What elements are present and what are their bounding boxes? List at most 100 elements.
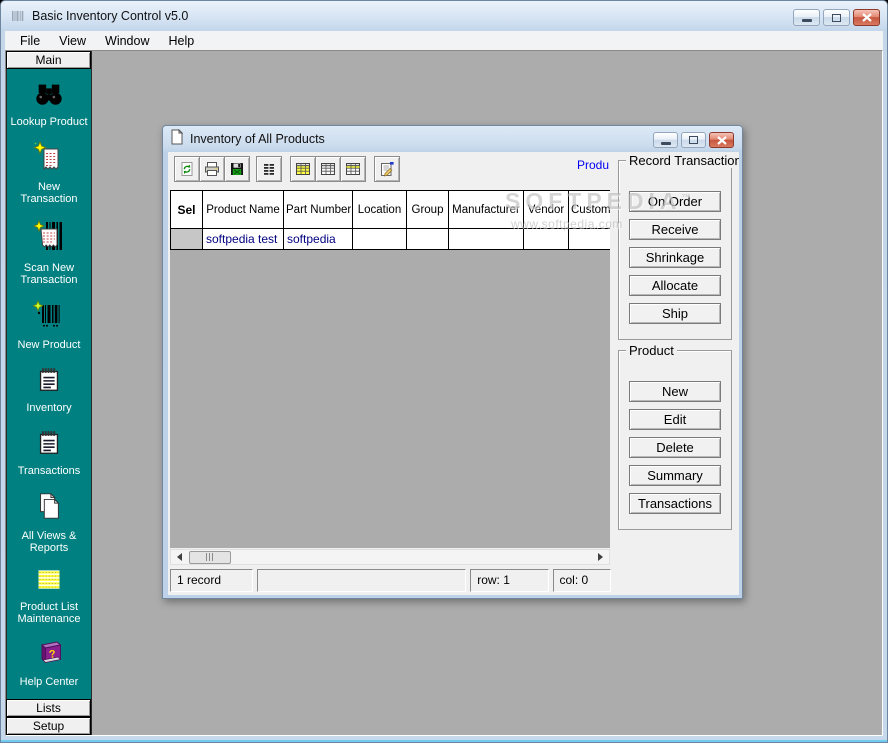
table-row: softpedia test softpedia	[171, 229, 611, 250]
table-header-row: Sel Product Name Part Number Location Gr…	[171, 191, 611, 229]
maximize-button[interactable]	[823, 9, 850, 26]
menu-window[interactable]: Window	[98, 33, 156, 49]
allocate-button[interactable]: Allocate	[629, 275, 721, 296]
column-header-product-name[interactable]: Product Name	[203, 191, 284, 229]
sidebar-tab-setup[interactable]: Setup	[6, 717, 91, 735]
minimize-button[interactable]	[793, 9, 820, 26]
client-area: Main Lookup Product	[5, 50, 883, 736]
sidebar-item-lookup-product[interactable]: Lookup Product	[7, 79, 91, 128]
sidebar-item-new-product[interactable]: New Product	[7, 298, 91, 351]
sidebar-item-product-list-maintenance[interactable]: Product List Maintenance	[7, 566, 91, 625]
sidebar-item-all-views-reports[interactable]: All Views & Reports	[7, 489, 91, 554]
column-header-group[interactable]: Group	[407, 191, 449, 229]
sidebar-tab-main[interactable]: Main	[6, 51, 91, 69]
product-table: Sel Product Name Part Number Location Gr…	[170, 190, 610, 250]
sidebar: Main Lookup Product	[6, 51, 92, 735]
on-order-button[interactable]: On Order	[629, 191, 721, 212]
column-header-vendor[interactable]: Vendor	[524, 191, 569, 229]
sidebar-item-new-transaction[interactable]: New Transaction	[7, 140, 91, 205]
main-window-controls	[793, 9, 880, 26]
products-link[interactable]: Produ	[577, 158, 609, 172]
child-close-button[interactable]	[709, 132, 734, 148]
delete-product-button[interactable]: Delete	[629, 437, 721, 458]
child-window-controls	[653, 132, 734, 148]
child-maximize-button[interactable]	[681, 132, 706, 148]
column-header-manufacturer[interactable]: Manufacturer	[449, 191, 524, 229]
cell-product-name[interactable]: softpedia test	[203, 229, 284, 250]
status-message	[257, 569, 466, 592]
column-header-sel[interactable]: Sel	[171, 191, 203, 229]
menu-view[interactable]: View	[52, 33, 93, 49]
list-view-button[interactable]	[256, 156, 282, 182]
cell-location[interactable]	[353, 229, 407, 250]
action-panel: Record Transaction On Order Receive Shri…	[611, 152, 739, 595]
scrollbar-thumb[interactable]	[189, 551, 231, 564]
grid-partial-view-button[interactable]	[340, 156, 366, 182]
ship-button[interactable]: Ship	[629, 303, 721, 324]
shrinkage-button[interactable]: Shrinkage	[629, 247, 721, 268]
close-button[interactable]	[853, 9, 880, 26]
save-button[interactable]	[224, 156, 250, 182]
child-titlebar[interactable]: Inventory of All Products	[163, 126, 742, 152]
list-icon	[261, 161, 277, 177]
status-row-indicator: row: 1	[470, 569, 548, 592]
cell-sel[interactable]	[171, 229, 203, 250]
grip-icon	[206, 553, 215, 561]
status-col-indicator: col: 0	[553, 569, 611, 592]
receive-button[interactable]: Receive	[629, 219, 721, 240]
child-minimize-button[interactable]	[653, 132, 678, 148]
refresh-icon	[179, 161, 195, 177]
new-receipt-icon	[33, 140, 65, 179]
striped-list-icon	[32, 566, 66, 599]
close-icon	[717, 136, 727, 145]
close-icon	[862, 13, 872, 22]
grid-plain-view-button[interactable]	[315, 156, 341, 182]
notepad-icon	[34, 426, 64, 463]
grid-plain-icon	[320, 161, 336, 177]
print-button[interactable]	[199, 156, 225, 182]
horizontal-scrollbar[interactable]	[170, 549, 610, 565]
scroll-left-button[interactable]	[171, 550, 187, 564]
menu-file[interactable]: File	[13, 33, 47, 49]
column-header-part-number[interactable]: Part Number	[284, 191, 353, 229]
refresh-button[interactable]	[174, 156, 200, 182]
grid-highlight-view-button[interactable]	[290, 156, 316, 182]
child-client-area: Produ Sel Product Name Part Number	[168, 152, 739, 595]
notepad-icon	[34, 363, 64, 400]
documents-icon	[34, 489, 64, 528]
sidebar-item-help-center[interactable]: ? Help Center	[7, 637, 91, 688]
main-window-title: Basic Inventory Control v5.0	[32, 9, 188, 23]
child-window: Inventory of All Products	[162, 125, 743, 599]
edit-product-button[interactable]: Edit	[629, 409, 721, 430]
scroll-right-button[interactable]	[593, 550, 609, 564]
column-header-custom[interactable]: Custom	[569, 191, 611, 229]
maximize-icon	[832, 14, 841, 22]
minimize-icon	[661, 142, 671, 145]
menu-help[interactable]: Help	[162, 33, 202, 49]
print-icon	[204, 161, 220, 177]
mdi-area: Inventory of All Products	[92, 51, 882, 735]
sidebar-item-scan-new-transaction[interactable]: Scan New Transaction	[7, 217, 91, 286]
child-window-title: Inventory of All Products	[190, 132, 325, 146]
help-book-icon: ?	[32, 637, 66, 674]
record-transaction-group: Record Transaction On Order Receive Shri…	[618, 160, 732, 340]
cell-custom[interactable]	[569, 229, 611, 250]
sidebar-item-inventory[interactable]: Inventory	[7, 363, 91, 414]
sidebar-tab-lists[interactable]: Lists	[6, 699, 91, 717]
summary-button[interactable]: Summary	[629, 465, 721, 486]
record-transaction-group-label: Record Transaction	[626, 153, 739, 168]
column-header-location[interactable]: Location	[353, 191, 407, 229]
transactions-button[interactable]: Transactions	[629, 493, 721, 514]
new-product-button[interactable]: New	[629, 381, 721, 402]
cell-part-number[interactable]: softpedia	[284, 229, 353, 250]
barcode-app-icon	[10, 8, 26, 24]
sidebar-body: Lookup Product New Transaction	[6, 69, 91, 699]
properties-button[interactable]	[374, 156, 400, 182]
arrow-right-icon	[598, 553, 607, 561]
sidebar-item-transactions[interactable]: Transactions	[7, 426, 91, 477]
cell-manufacturer[interactable]	[449, 229, 524, 250]
cell-vendor[interactable]	[524, 229, 569, 250]
menu-bar: File View Window Help	[5, 31, 883, 50]
cell-group[interactable]	[407, 229, 449, 250]
main-titlebar[interactable]: Basic Inventory Control v5.0	[1, 1, 887, 31]
